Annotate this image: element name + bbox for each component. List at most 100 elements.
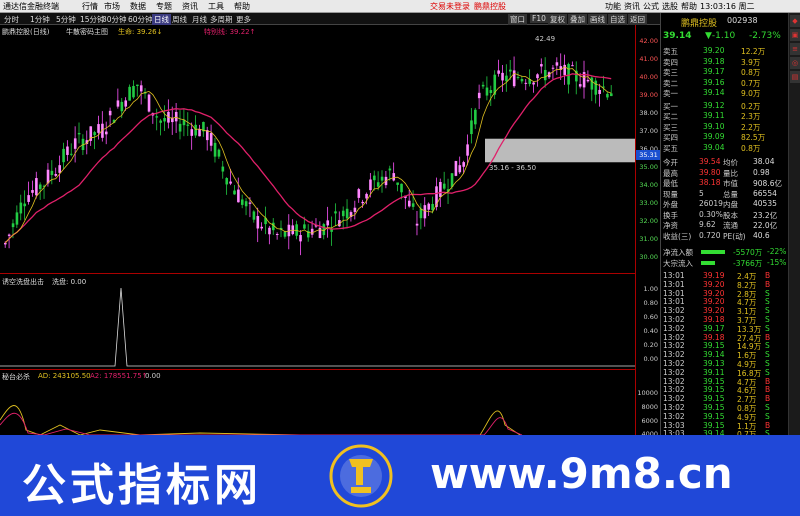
menu-formula[interactable]: 公式 bbox=[643, 1, 659, 12]
tab-multi-period[interactable]: 多周期 bbox=[210, 14, 233, 25]
flow-bar bbox=[701, 250, 725, 254]
low-indicator-name: 秘台必杀 bbox=[2, 373, 30, 381]
tick-price: 39.15 bbox=[703, 420, 725, 430]
stat-label: 均价 bbox=[723, 158, 738, 167]
stat-row: 净资 9.62 流通 22.0亿 bbox=[661, 220, 789, 230]
tab-weekly[interactable]: 周线 bbox=[172, 14, 187, 25]
tick-price: 39.15 bbox=[703, 385, 725, 395]
side-tool-icon[interactable]: ◆ bbox=[790, 15, 800, 27]
candle-body bbox=[225, 178, 229, 185]
axis-tick: 40.00 bbox=[639, 73, 658, 81]
menu-info[interactable]: 资讯 bbox=[624, 1, 640, 12]
tab-monthly[interactable]: 月线 bbox=[192, 14, 207, 25]
candle-body bbox=[373, 175, 376, 181]
tab-30min[interactable]: 30分钟 bbox=[102, 14, 127, 25]
tab-daily[interactable]: 日线 bbox=[152, 14, 171, 25]
side-tool-icon[interactable]: ◎ bbox=[790, 57, 800, 69]
side-tool-icon[interactable]: ▣ bbox=[790, 29, 800, 41]
menu-select[interactable]: 选股 bbox=[662, 1, 678, 12]
menu-tools[interactable]: 工具 bbox=[208, 1, 224, 12]
candle-body bbox=[229, 181, 232, 184]
menu-data[interactable]: 数据 bbox=[130, 1, 146, 12]
candle-body bbox=[353, 207, 357, 212]
candle-body bbox=[299, 235, 302, 242]
tick-price: 39.20 bbox=[703, 297, 725, 307]
menu-help[interactable]: 帮助 bbox=[234, 1, 250, 12]
mid-indicator-name: 诱空洗盘出击 bbox=[2, 278, 44, 286]
f10-button[interactable]: F10 bbox=[530, 14, 548, 23]
ask-volume: 9.0万 bbox=[741, 89, 761, 98]
bid-label: 买二 bbox=[663, 112, 678, 121]
candle-body bbox=[571, 65, 574, 67]
current-price-tag: 35.31 bbox=[636, 150, 661, 160]
banner-chinese-title: 公式指标网 bbox=[22, 460, 262, 511]
stat-label: PE(动) bbox=[723, 231, 746, 241]
candle-body bbox=[73, 138, 77, 149]
candle-body bbox=[233, 190, 236, 195]
tick-time: 13:02 bbox=[663, 323, 685, 333]
candle-body bbox=[23, 203, 27, 207]
tick-time: 13:03 bbox=[663, 420, 685, 430]
ask-price: 39.18 bbox=[703, 56, 725, 66]
side-toolbar: ◆ ▣ ≡ ◎ ▤ bbox=[788, 13, 800, 435]
axis-tick: 8000 bbox=[641, 403, 658, 411]
side-tool-icon[interactable]: ≡ bbox=[790, 43, 800, 55]
stat-value: 0.98 bbox=[753, 167, 770, 177]
adjust-button[interactable]: 复权 bbox=[548, 14, 567, 25]
candle-body bbox=[221, 166, 225, 172]
candle-body bbox=[174, 111, 178, 122]
axis-tick: 0.40 bbox=[643, 327, 658, 335]
side-tool-icon[interactable]: ▤ bbox=[790, 71, 800, 83]
draw-button[interactable]: 画线 bbox=[588, 14, 607, 25]
tick-side: S bbox=[765, 403, 770, 412]
tab-60min[interactable]: 60分钟 bbox=[128, 14, 153, 25]
trade-login-status[interactable]: 交易未登录 bbox=[430, 1, 470, 12]
menu-help-right[interactable]: 帮助 bbox=[681, 1, 697, 12]
candle-body bbox=[411, 203, 415, 207]
menu-function[interactable]: 功能 bbox=[605, 1, 621, 12]
candle-body bbox=[442, 183, 446, 189]
bid-level: 买四 39.09 82.5万 bbox=[661, 132, 789, 142]
candle-body bbox=[474, 109, 477, 125]
candle-body bbox=[462, 162, 465, 167]
menu-news[interactable]: 资讯 bbox=[182, 1, 198, 12]
candle-body bbox=[209, 133, 213, 146]
quote-panel: 鹏鼎控股 002938 39.14 ▼-1.10 -2.73% 卖五 39.20… bbox=[660, 13, 800, 439]
stat-label: 净资 bbox=[663, 221, 678, 230]
tab-5min[interactable]: 5分钟 bbox=[56, 14, 76, 25]
overlay-button[interactable]: 叠加 bbox=[568, 14, 587, 25]
menu-quotes[interactable]: 行情 bbox=[82, 1, 98, 12]
tick-price: 39.18 bbox=[703, 332, 725, 342]
stat-label: 流通 bbox=[723, 221, 738, 230]
candle-body bbox=[388, 168, 392, 171]
candle-body bbox=[159, 120, 162, 123]
ask-level: 卖一 39.14 9.0万 bbox=[661, 88, 789, 98]
tick-side: B bbox=[765, 271, 771, 280]
candle-body bbox=[38, 184, 42, 190]
menu-market[interactable]: 市场 bbox=[104, 1, 120, 12]
candle-body bbox=[11, 223, 15, 228]
candle-body bbox=[268, 227, 271, 235]
watchlist-button[interactable]: 自选 bbox=[608, 14, 627, 25]
tick-time: 13:02 bbox=[663, 350, 685, 360]
tab-15min[interactable]: 15分钟 bbox=[80, 14, 105, 25]
chart-area[interactable]: 鹏鼎控股(日线) 牛散密码主图 生命: 39.26↓ 特别线: 39.22↑ 4… bbox=[0, 25, 635, 435]
axis-tick: 39.00 bbox=[639, 91, 658, 99]
ask-price: 39.16 bbox=[703, 77, 725, 87]
axis-tick: 1.00 bbox=[643, 285, 658, 293]
tab-1min[interactable]: 1分钟 bbox=[30, 14, 50, 25]
axis-tick: 35.00 bbox=[639, 163, 658, 171]
candle-body bbox=[155, 116, 159, 118]
window-button[interactable]: 窗口 bbox=[508, 14, 527, 25]
tab-intraday[interactable]: 分时 bbox=[4, 14, 19, 25]
candle-body bbox=[66, 146, 69, 155]
tab-more[interactable]: 更多 bbox=[236, 14, 251, 25]
axis-tick: 0.80 bbox=[643, 299, 658, 307]
bid-volume: 0.2万 bbox=[741, 101, 761, 111]
back-button[interactable]: 返回 bbox=[628, 14, 647, 25]
candle-body bbox=[7, 234, 11, 236]
tick-side: S bbox=[765, 350, 770, 360]
menu-topics[interactable]: 专题 bbox=[156, 1, 172, 12]
stat-value: 38.18 bbox=[699, 178, 721, 187]
candle-body bbox=[136, 84, 139, 87]
